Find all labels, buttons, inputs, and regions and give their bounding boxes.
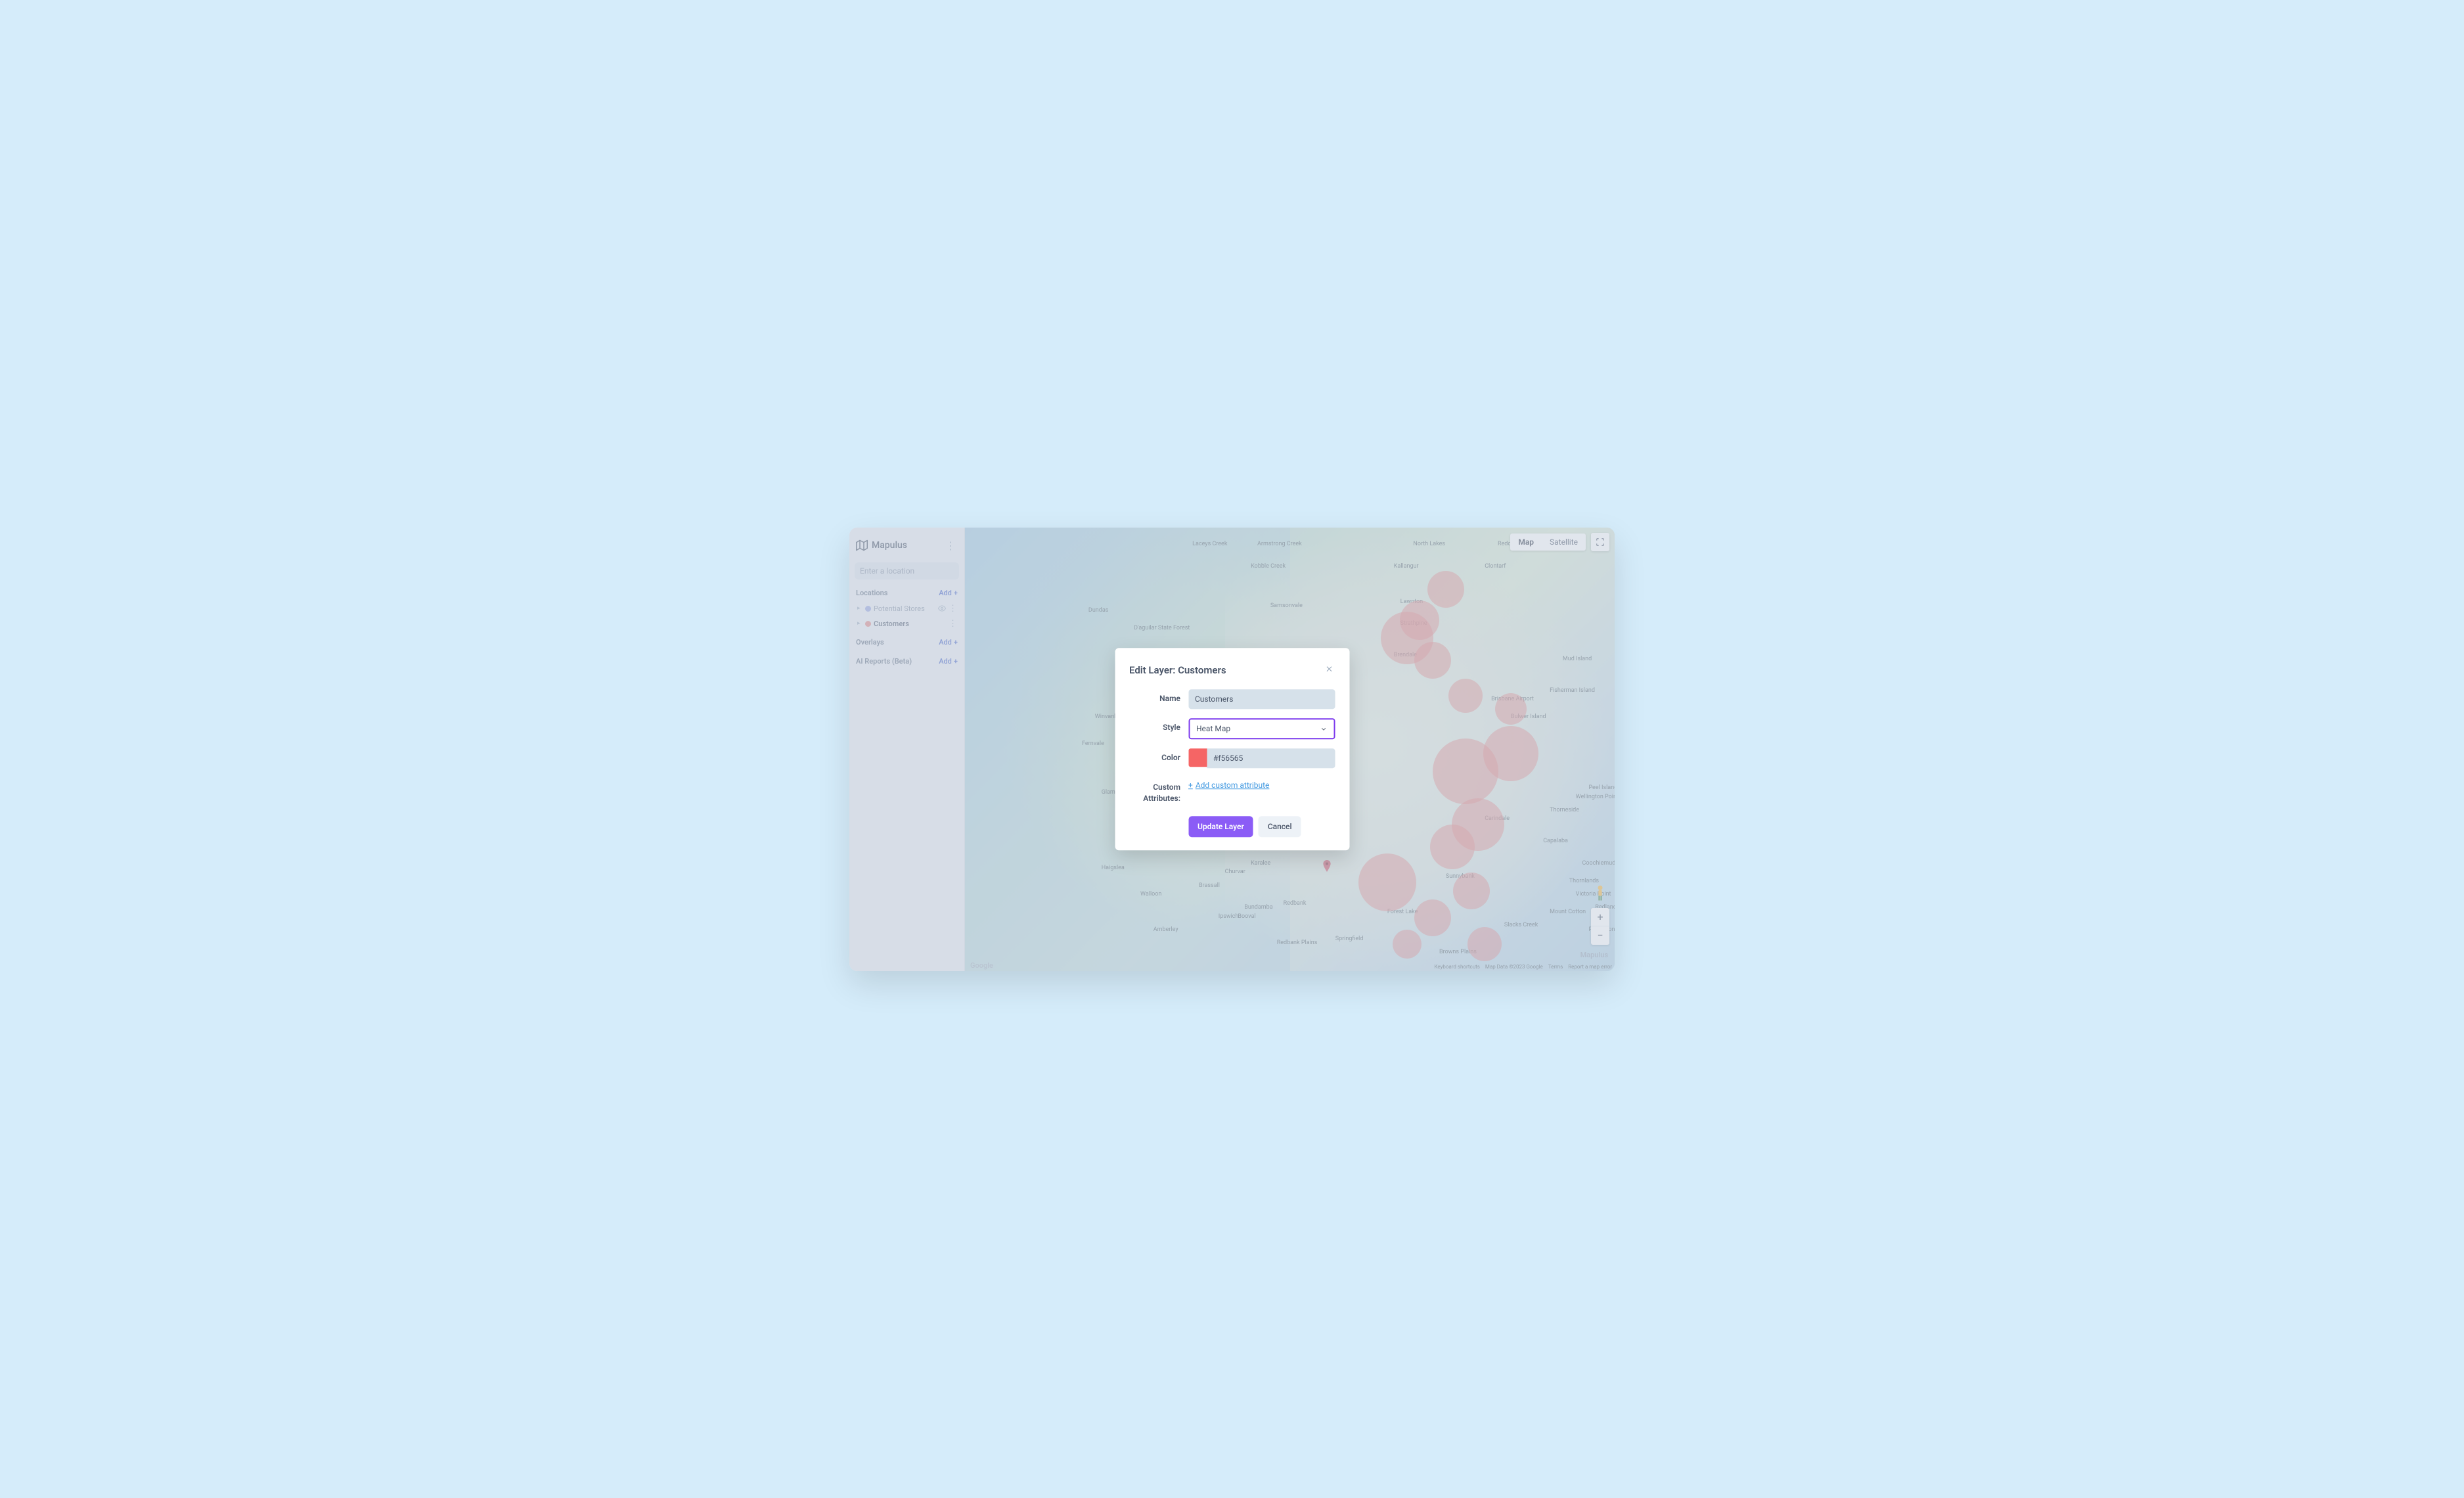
- style-row: Style Heat Map: [1129, 718, 1335, 739]
- color-swatch[interactable]: [1188, 748, 1207, 767]
- add-custom-attribute-link[interactable]: + Add custom attribute: [1188, 777, 1335, 790]
- cancel-button[interactable]: Cancel: [1259, 816, 1301, 837]
- modal-header: Edit Layer: Customers: [1129, 662, 1335, 677]
- name-label: Name: [1129, 689, 1180, 703]
- app-window: Mapulus ⋮ Locations Add + ▸ Potenti: [849, 528, 1615, 971]
- update-layer-button[interactable]: Update Layer: [1188, 816, 1253, 837]
- custom-attributes-row: Custom Attributes: + Add custom attribut…: [1129, 777, 1335, 804]
- close-button[interactable]: [1323, 662, 1335, 677]
- modal-actions: Update Layer Cancel: [1129, 816, 1335, 837]
- style-select[interactable]: Heat Map: [1188, 718, 1335, 739]
- name-row: Name: [1129, 689, 1335, 709]
- plus-icon: +: [1188, 781, 1193, 790]
- style-value: Heat Map: [1196, 724, 1230, 733]
- edit-layer-modal: Edit Layer: Customers Name Style Heat Ma…: [1115, 648, 1349, 850]
- color-row: Color: [1129, 748, 1335, 768]
- custom-attributes-label: Custom Attributes:: [1129, 777, 1180, 804]
- modal-title: Edit Layer: Customers: [1129, 664, 1226, 676]
- close-icon: [1324, 664, 1333, 673]
- chevron-down-icon: [1320, 725, 1327, 733]
- style-label: Style: [1129, 718, 1180, 732]
- name-input[interactable]: [1188, 689, 1335, 709]
- color-label: Color: [1129, 748, 1180, 762]
- color-input[interactable]: [1207, 748, 1335, 768]
